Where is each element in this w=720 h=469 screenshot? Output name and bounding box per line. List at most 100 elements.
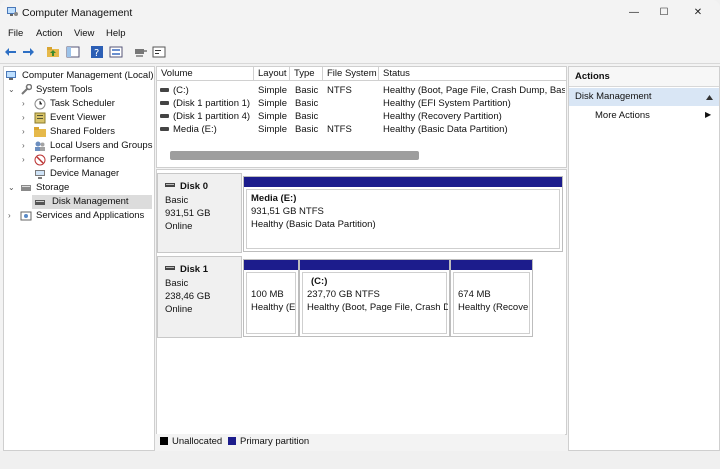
show-hide-tree-icon[interactable] (66, 45, 80, 59)
disk-0-label[interactable]: Disk 0 Basic 931,51 GB Online (157, 173, 242, 253)
disk-type: Basic (165, 195, 189, 206)
title-bar: Computer Management — ☐ ✕ (0, 0, 720, 25)
volume-file-system: NTFS (327, 124, 352, 135)
partition-efi[interactable]: 100 MB Healthy (E (243, 259, 299, 337)
tree-item-label: Disk Management (52, 196, 129, 207)
storage-icon (21, 185, 31, 191)
menu-help[interactable]: Help (106, 28, 126, 39)
partition-body: 100 MB Healthy (E (246, 272, 296, 334)
avito-watermark: Avito (622, 430, 717, 452)
disk-1-label[interactable]: Disk 1 Basic 238,46 GB Online (157, 256, 242, 338)
partition-status: Healthy (Boot, Page File, Crash D (307, 302, 448, 313)
actions-section-label: Disk Management (575, 91, 652, 102)
volume-status: Healthy (Boot, Page File, Crash Dump, Ba… (383, 85, 565, 96)
tree-item-label: Task Scheduler (50, 98, 115, 109)
tree-item-label: System Tools (36, 84, 93, 95)
volume-list: Volume Layout Type File System Status (C… (156, 66, 567, 168)
more-actions-label: More Actions (595, 110, 650, 121)
forward-arrow-icon[interactable] (21, 45, 35, 59)
tree-item-label: Device Manager (50, 168, 120, 179)
actions-header: Actions (569, 67, 719, 87)
disk-state: Online (165, 304, 193, 315)
actions-section-disk-management[interactable]: Disk Management (569, 88, 719, 106)
chevron-down-icon[interactable]: ⌄ (8, 86, 16, 94)
svg-text:?: ? (94, 48, 99, 59)
primary-partition-bar (244, 177, 562, 187)
disk-icon (165, 266, 175, 270)
volume-layout: Simple (258, 124, 288, 135)
legend-primary: Primary partition (240, 436, 310, 447)
minimize-button[interactable]: — (620, 4, 648, 21)
chevron-right-icon[interactable]: › (22, 128, 30, 136)
performance-icon (34, 154, 46, 166)
connect-icon[interactable] (134, 45, 148, 59)
partition-status: Healthy (Basic Data Partition) (251, 219, 376, 230)
column-header-status[interactable]: Status (379, 67, 566, 81)
volume-type: Basic (295, 124, 319, 135)
tree-item-disk-management[interactable]: Disk Management (32, 195, 152, 209)
more-actions-item[interactable]: More Actions (595, 109, 650, 123)
chevron-right-icon[interactable]: › (22, 142, 30, 150)
disk-name: Disk 1 (180, 264, 208, 275)
volume-icon (160, 127, 169, 131)
chevron-right-icon[interactable]: › (22, 156, 30, 164)
device-manager-icon (35, 170, 45, 179)
users-icon (35, 141, 45, 151)
back-arrow-icon[interactable] (4, 45, 18, 59)
volume-status: Healthy (EFI System Partition) (383, 98, 511, 109)
menu-view[interactable]: View (74, 28, 94, 39)
partition-size: 931,51 GB NTFS (251, 206, 324, 217)
partition-recovery[interactable]: 674 MB Healthy (Recove (450, 259, 533, 337)
menu-action[interactable]: Action (36, 28, 62, 39)
column-header-volume[interactable]: Volume (157, 67, 254, 81)
chevron-right-icon[interactable]: › (8, 212, 16, 220)
partition-body: (C:) 237,70 GB NTFS Healthy (Boot, Page … (302, 272, 448, 334)
volume-name: (Disk 1 partition 1) (173, 98, 251, 109)
column-header-file-system[interactable]: File System (323, 67, 379, 81)
partition-body: Media (E:) 931,51 GB NTFS Healthy (Basic… (246, 189, 560, 249)
collapse-arrow-icon[interactable] (706, 94, 713, 100)
up-folder-icon[interactable] (46, 45, 60, 59)
disk-size: 931,51 GB (165, 208, 211, 219)
navigation-tree: Computer Management (Local) ⌄ System Too… (3, 66, 155, 451)
partition-status: Healthy (E (251, 302, 296, 313)
volume-layout: Simple (258, 111, 288, 122)
watermark-text: Avito (648, 431, 688, 448)
submenu-arrow-icon[interactable]: ▶ (705, 110, 711, 119)
tree-item-label: Services and Applications (36, 210, 145, 221)
disk-icon (165, 183, 175, 187)
column-header-type[interactable]: Type (290, 67, 323, 81)
volume-file-system: NTFS (327, 85, 352, 96)
horizontal-scrollbar[interactable] (170, 151, 419, 160)
chevron-right-icon[interactable]: › (22, 100, 30, 108)
console-icon[interactable] (152, 45, 166, 59)
table-row[interactable]: (Disk 1 partition 1) Simple Basic Health… (157, 97, 566, 110)
computer-management-window: Computer Management — ☐ ✕ File Action Vi… (0, 0, 720, 469)
disk-type: Basic (165, 278, 189, 289)
table-row[interactable]: Media (E:) Simple Basic NTFS Healthy (Ba… (157, 123, 566, 136)
partition-media-e[interactable]: Media (E:) 931,51 GB NTFS Healthy (Basic… (243, 176, 563, 252)
volume-name: Media (E:) (173, 124, 217, 135)
volume-name: (Disk 1 partition 4) (173, 111, 251, 122)
table-row[interactable]: (C:) Simple Basic NTFS Healthy (Boot, Pa… (157, 84, 566, 97)
properties-icon[interactable] (109, 45, 123, 59)
help-icon[interactable]: ? (90, 45, 104, 59)
chevron-right-icon[interactable]: › (22, 114, 30, 122)
tree-item-label: Shared Folders (50, 126, 115, 137)
close-button[interactable]: ✕ (684, 4, 712, 21)
tree-item-label: Event Viewer (50, 112, 106, 123)
column-header-layout[interactable]: Layout (254, 67, 290, 81)
menu-file[interactable]: File (8, 28, 23, 39)
partition-c[interactable]: (C:) 237,70 GB NTFS Healthy (Boot, Page … (299, 259, 450, 337)
menu-bar: File Action View Help (0, 25, 720, 42)
chevron-down-icon[interactable]: ⌄ (8, 184, 16, 192)
tree-item-label: Local Users and Groups (50, 140, 153, 151)
primary-partition-bar (451, 260, 532, 270)
tree-item-label: Computer Management (Local) (22, 70, 154, 81)
partition-status: Healthy (Recove (458, 302, 529, 313)
table-row[interactable]: (Disk 1 partition 4) Simple Basic Health… (157, 110, 566, 123)
maximize-button[interactable]: ☐ (650, 4, 678, 21)
primary-partition-bar (244, 260, 298, 270)
volume-type: Basic (295, 111, 319, 122)
legend: Unallocated Primary partition (156, 434, 565, 449)
